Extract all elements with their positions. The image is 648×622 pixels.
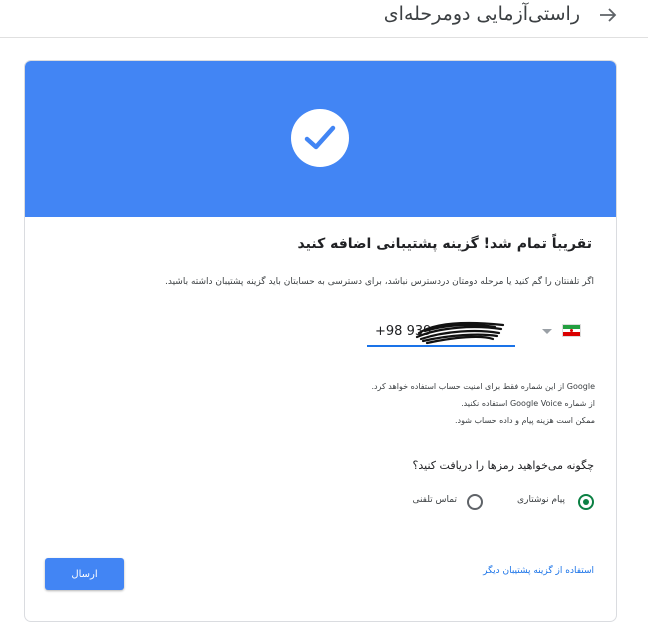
phone-usage-note: Google از این شماره فقط برای امنیت حساب … — [55, 378, 595, 429]
delivery-question: چگونه می‌خواهید رمزها را دریافت کنید؟ — [412, 459, 594, 472]
setup-card: تقریباً تمام شد! گزینه پشتیبانی اضافه کن… — [24, 60, 617, 622]
send-button[interactable]: ارسال — [45, 558, 124, 590]
page-title: راستی‌آزمایی دومرحله‌ای — [383, 3, 580, 25]
note-line: Google از این شماره فقط برای امنیت حساب … — [371, 382, 595, 391]
description-text: اگر تلفنتان را گم کنید یا مرحله دومتان د… — [165, 277, 594, 287]
radio-label: پیام نوشتاری — [517, 495, 565, 505]
iran-flag-icon[interactable] — [562, 324, 581, 337]
redaction-scribble — [415, 321, 505, 345]
note-line: ممکن است هزینه پیام و داده حساب شود. — [455, 416, 595, 425]
note-line: از شماره Google Voice استفاده نکنید. — [461, 399, 595, 408]
radio-text-message[interactable] — [578, 494, 594, 510]
alternate-backup-link[interactable]: استفاده از گزینه پشتیبان دیگر — [483, 566, 594, 576]
radio-label: تماس تلفنی — [412, 495, 457, 505]
radio-option-voice-call[interactable]: تماس تلفنی — [395, 494, 485, 514]
checkmark-circle-icon — [291, 109, 349, 167]
arrow-right-icon[interactable] — [597, 4, 619, 26]
radio-voice-call[interactable] — [467, 494, 483, 510]
top-bar: راستی‌آزمایی دومرحله‌ای — [0, 0, 648, 38]
chevron-down-icon[interactable] — [542, 329, 552, 334]
hero-banner — [25, 61, 616, 217]
section-heading: تقریباً تمام شد! گزینه پشتیبانی اضافه کن… — [297, 236, 592, 252]
